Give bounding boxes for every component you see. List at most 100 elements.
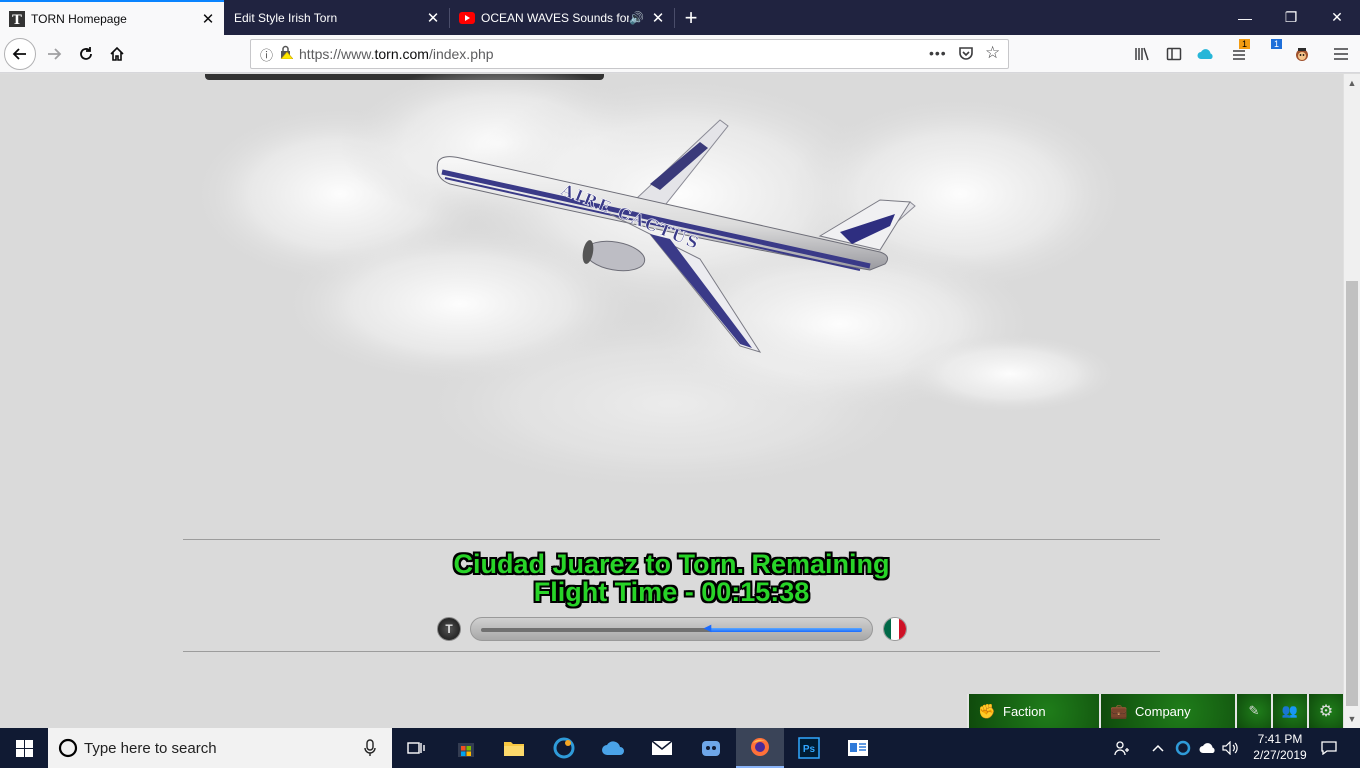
extension-icon[interactable]: 1	[1269, 39, 1291, 65]
url-bar[interactable]: ⓘ https://www.torn.com/index.php ••• ☆	[250, 39, 1009, 69]
news-app-icon[interactable]	[834, 728, 882, 768]
divider-top	[183, 539, 1160, 540]
restore-button[interactable]: ❐	[1268, 0, 1314, 35]
svg-text:Ps: Ps	[803, 744, 816, 755]
close-tab-icon[interactable]: ✕	[196, 7, 220, 31]
clock-date: 2/27/2019	[1253, 748, 1307, 762]
youtube-icon	[459, 10, 475, 26]
tab-title: OCEAN WAVES Sounds for S	[481, 10, 630, 25]
monkey-extension-icon[interactable]	[1291, 43, 1313, 65]
close-window-button[interactable]: ✕	[1314, 0, 1360, 35]
firefox-icon[interactable]	[736, 728, 784, 768]
close-tab-icon[interactable]: ✕	[646, 6, 670, 30]
new-tab-button[interactable]: +	[676, 0, 706, 35]
windows-taskbar: Type here to search Ps 7:41 PM 2/27/2019	[0, 728, 1360, 768]
clock-time: 7:41 PM	[1257, 732, 1303, 746]
briefcase-icon: 💼	[1110, 702, 1128, 719]
search-placeholder: Type here to search	[84, 739, 217, 757]
clock[interactable]: 7:41 PM 2/27/2019	[1245, 731, 1315, 763]
url-text[interactable]: https://www.torn.com/index.php	[299, 46, 494, 62]
back-button[interactable]	[4, 38, 36, 70]
travel-scene: AIRE CACTUS	[190, 74, 1130, 494]
tab-strip: T TORN Homepage ✕ Edit Style Irish Torn …	[0, 0, 1360, 35]
home-button[interactable]	[101, 38, 133, 70]
svg-text:T: T	[12, 13, 22, 27]
pencil-icon: ✎	[1248, 703, 1260, 718]
people-button[interactable]: 👥	[1271, 694, 1307, 728]
progress-fill	[709, 628, 862, 632]
reload-icon	[80, 47, 92, 60]
mail-icon[interactable]	[638, 728, 686, 768]
page-content: AIRE CACTUS Ciudad Juarez to Torn. Remai…	[0, 74, 1343, 728]
settings-button[interactable]: ⚙	[1307, 694, 1343, 728]
action-center-icon[interactable]	[1315, 728, 1343, 768]
cloud-extension-icon[interactable]	[1195, 43, 1217, 65]
clouds	[190, 74, 1130, 494]
travel-time-line: Flight Time - 00:15:38	[533, 577, 810, 607]
microphone-icon[interactable]	[364, 739, 376, 762]
mexico-flag-icon	[883, 617, 907, 641]
company-button[interactable]: 💼 Company	[1099, 694, 1235, 728]
tab-title: TORN Homepage	[31, 11, 127, 26]
back-arrow-icon	[12, 48, 26, 60]
cortana-icon	[58, 738, 78, 758]
navigation-toolbar: ⓘ https://www.torn.com/index.php ••• ☆ 1…	[0, 35, 1360, 73]
tab-title: Edit Style Irish Torn	[234, 10, 338, 25]
torn-icon: T	[9, 10, 25, 27]
fist-icon: ✊	[978, 702, 996, 719]
home-icon	[110, 46, 124, 61]
file-explorer-icon[interactable]	[490, 728, 538, 768]
windows-icon	[15, 739, 33, 757]
reload-button[interactable]	[70, 38, 102, 70]
notification-badge: 1	[1239, 39, 1251, 49]
task-view-icon[interactable]	[392, 728, 440, 768]
info-icon[interactable]: ⓘ	[260, 45, 273, 64]
scroll-thumb[interactable]	[1346, 281, 1358, 706]
plane-marker-icon: ◀	[703, 623, 712, 634]
photoshop-icon[interactable]: Ps	[785, 728, 833, 768]
ccleaner-icon[interactable]	[540, 728, 588, 768]
tab-ocean-waves[interactable]: OCEAN WAVES Sounds for S 🔊 ✕	[450, 0, 674, 35]
speaker-icon[interactable]: 🔊	[629, 11, 644, 25]
vertical-scrollbar[interactable]: ▲ ▼	[1343, 74, 1360, 728]
notes-extension-icon[interactable]: 1	[1229, 39, 1251, 65]
travel-route-line: Ciudad Juarez to Torn. Remaining	[453, 549, 890, 579]
game-app-icon[interactable]	[687, 728, 735, 768]
mail-cloud-icon[interactable]	[589, 728, 637, 768]
scroll-down-icon[interactable]: ▼	[1344, 711, 1360, 727]
people-tray-icon[interactable]	[1110, 728, 1134, 768]
notification-badge: 1	[1271, 39, 1283, 49]
flight-progress-bar: ◀	[470, 617, 873, 641]
show-hidden-icons[interactable]	[1148, 728, 1168, 768]
sidebar-icon[interactable]	[1163, 43, 1185, 65]
onedrive-icon[interactable]	[1196, 728, 1220, 768]
ccleaner-tray-icon[interactable]	[1172, 728, 1194, 768]
volume-icon[interactable]	[1220, 728, 1242, 768]
insecure-lock-icon[interactable]	[279, 45, 294, 64]
faction-button[interactable]: ✊ Faction	[967, 694, 1099, 728]
tab-separator	[674, 8, 675, 28]
travel-status-text: Ciudad Juarez to Torn. Remaining Flight …	[400, 550, 943, 606]
scroll-up-icon[interactable]: ▲	[1344, 75, 1360, 91]
faction-label: Faction	[1003, 703, 1046, 719]
tab-torn-homepage[interactable]: T TORN Homepage ✕	[0, 0, 224, 35]
close-tab-icon[interactable]: ✕	[421, 6, 445, 30]
minimize-button[interactable]: —	[1222, 0, 1268, 35]
people-icon: 👥	[1281, 703, 1299, 718]
forward-button[interactable]	[38, 38, 70, 70]
store-icon[interactable]	[442, 728, 490, 768]
edit-button[interactable]: ✎	[1235, 694, 1271, 728]
taskbar-search-box[interactable]: Type here to search	[48, 728, 392, 768]
divider-bottom	[183, 651, 1160, 652]
bookmark-star-icon[interactable]: ☆	[985, 43, 1000, 63]
library-icon[interactable]	[1131, 43, 1153, 65]
torn-origin-icon: T	[437, 617, 461, 641]
start-button[interactable]	[0, 728, 48, 768]
forward-arrow-icon	[48, 48, 62, 60]
tab-edit-style[interactable]: Edit Style Irish Torn ✕	[225, 0, 449, 35]
bottom-toolbar: ✊ Faction 💼 Company ✎ 👥 ⚙	[967, 694, 1343, 728]
company-label: Company	[1135, 703, 1191, 719]
pocket-icon[interactable]	[958, 45, 974, 66]
menu-icon[interactable]	[1330, 43, 1352, 65]
page-actions-icon[interactable]: •••	[929, 45, 947, 61]
